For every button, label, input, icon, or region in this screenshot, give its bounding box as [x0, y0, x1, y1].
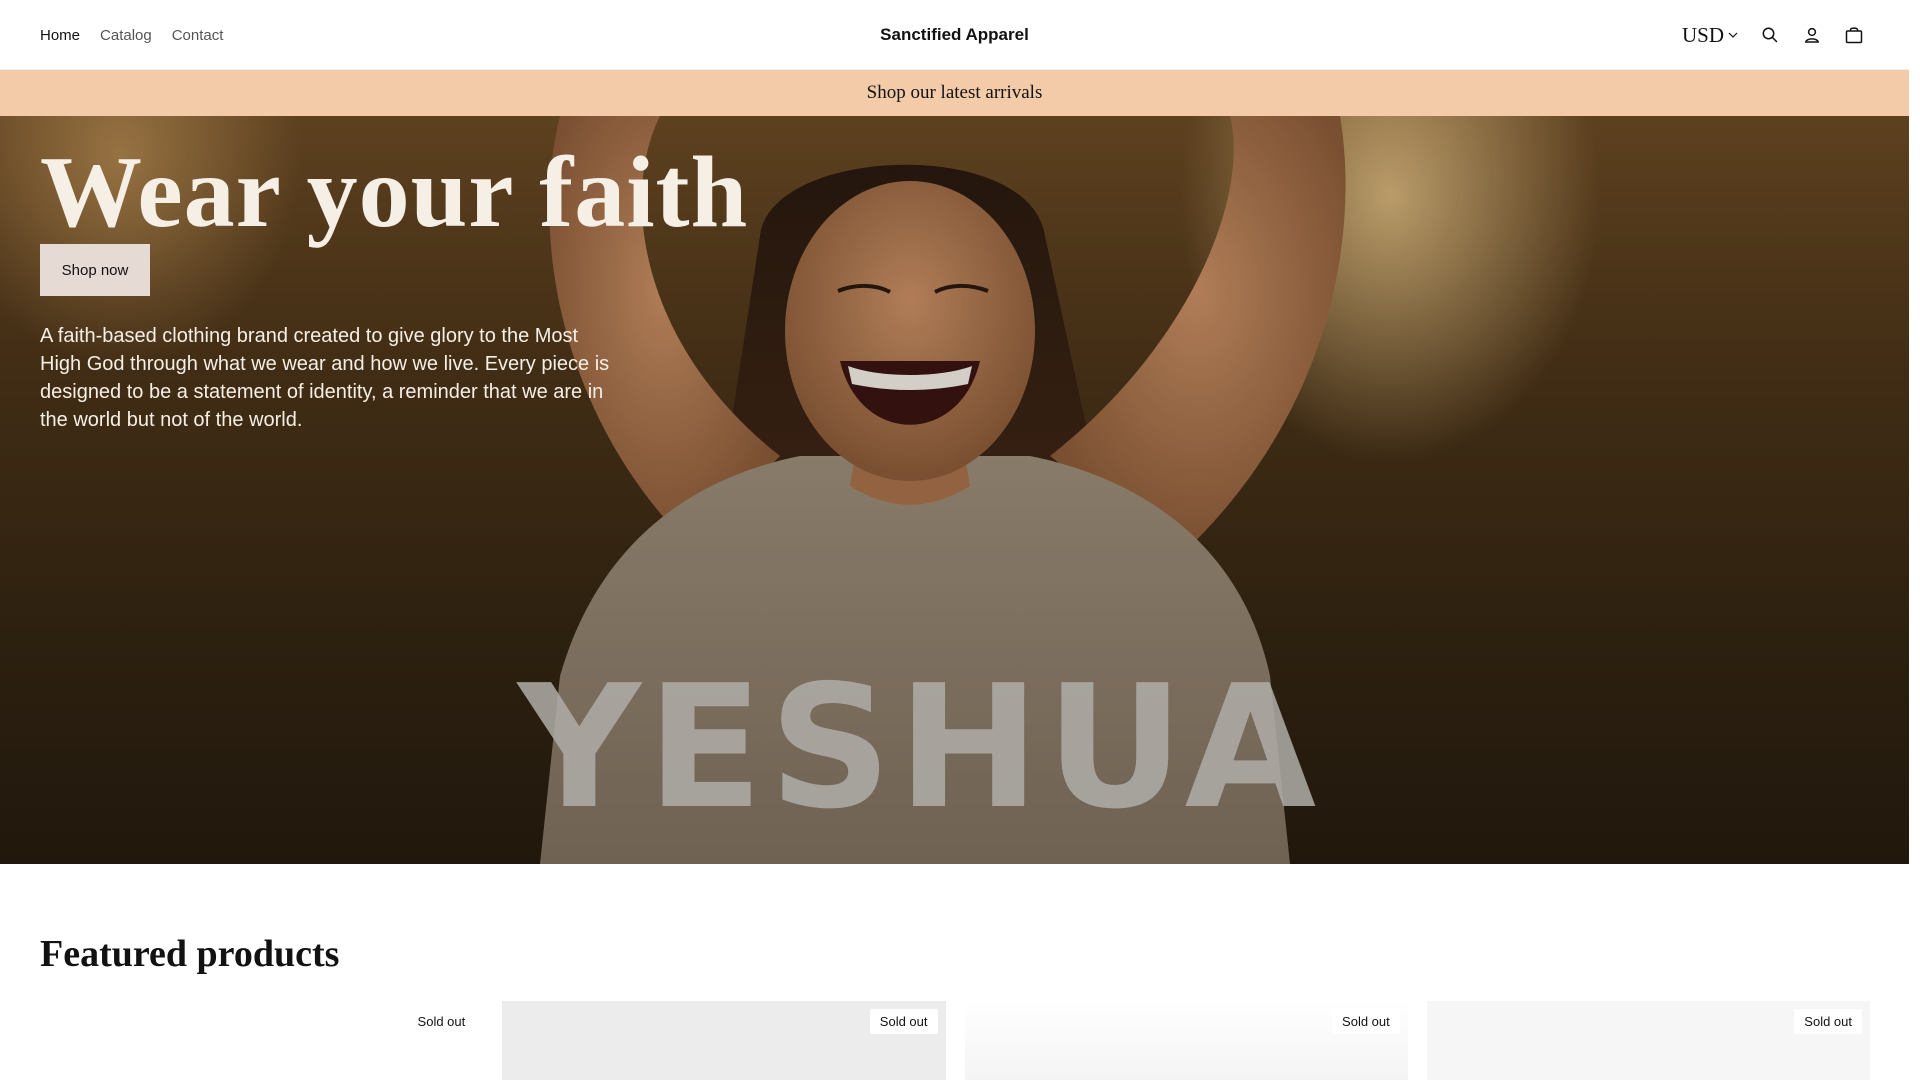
product-card[interactable]: Sold out — [964, 1001, 1408, 1080]
header-utilities: USD — [1682, 0, 1864, 70]
hero-banner: YESHUA Wear your faith Shop now A faith-… — [0, 116, 1909, 864]
nav-contact-link[interactable]: Contact — [172, 27, 224, 44]
nav-catalog-link[interactable]: Catalog — [100, 27, 152, 44]
announcement-bar: Shop our latest arrivals — [0, 70, 1909, 116]
chevron-down-icon — [1728, 32, 1738, 38]
sold-out-badge: Sold out — [1794, 1009, 1862, 1034]
cart-button[interactable] — [1844, 25, 1864, 45]
shop-now-button[interactable]: Shop now — [40, 244, 150, 296]
currency-selector[interactable]: USD — [1682, 23, 1738, 48]
product-card[interactable]: Sold out — [40, 1001, 484, 1080]
product-card[interactable]: Sold out — [1426, 1001, 1870, 1080]
hero-description: A faith-based clothing brand created to … — [40, 325, 610, 431]
account-button[interactable] — [1802, 25, 1822, 45]
brand-wrapper: Sanctified Apparel — [0, 0, 1909, 70]
account-icon — [1805, 27, 1819, 43]
search-button[interactable] — [1760, 25, 1780, 45]
currency-label: USD — [1681, 22, 1724, 47]
announcement-text: Shop our latest arrivals — [866, 82, 1043, 103]
sold-out-badge: Sold out — [1332, 1009, 1400, 1034]
search-icon — [1762, 27, 1778, 43]
featured-products-heading: Featured products — [40, 933, 340, 975]
product-card[interactable]: Sold out — [502, 1001, 946, 1080]
product-grid: Sold out Sold out Sold out Sold out — [40, 1001, 1870, 1080]
sold-out-badge: Sold out — [407, 1009, 476, 1034]
site-header: Home Catalog Contact Sanctified Apparel … — [0, 0, 1909, 70]
hero-heading: Wear your faith — [40, 136, 749, 249]
nav-home-link[interactable]: Home — [40, 27, 80, 44]
cart-icon — [1845, 27, 1863, 44]
main-nav: Home Catalog Contact — [40, 0, 223, 70]
brand-logo-text[interactable]: Sanctified Apparel — [880, 25, 1029, 45]
sold-out-badge: Sold out — [869, 1009, 938, 1034]
